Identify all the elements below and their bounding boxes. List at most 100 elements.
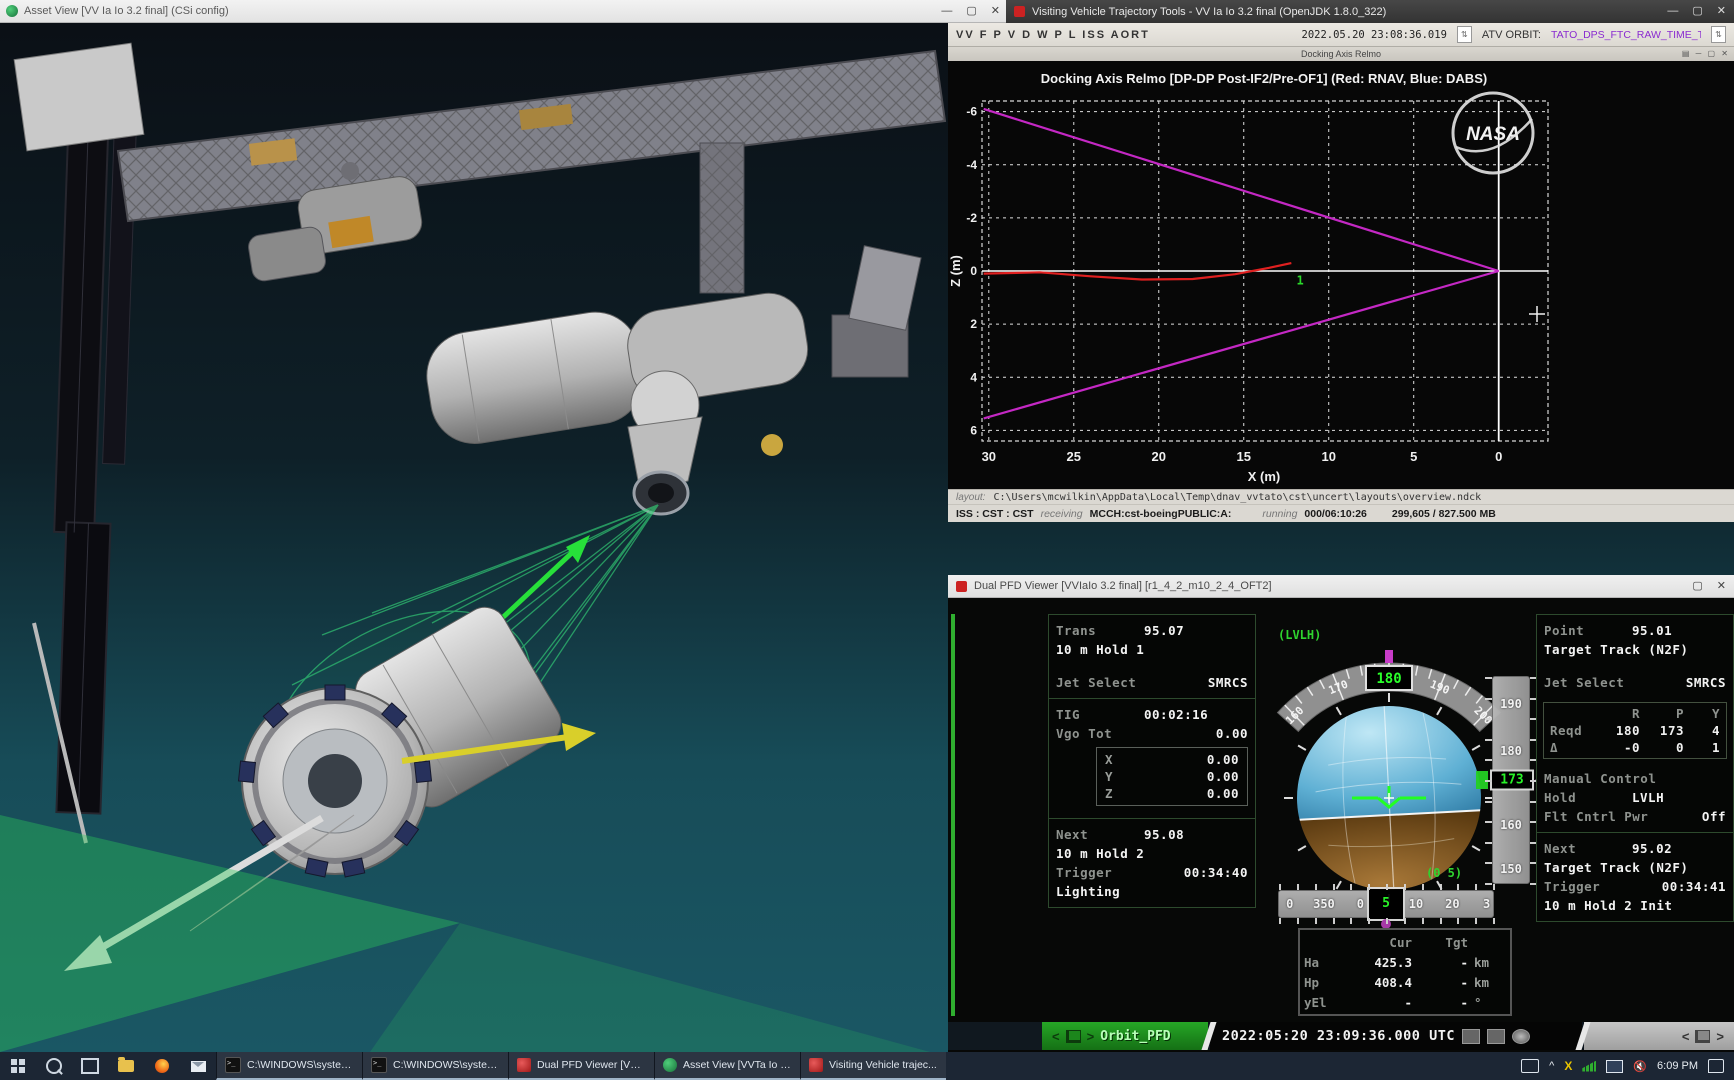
svg-text:Docking Axis Relmo [DP-DP Post: Docking Axis Relmo [DP-DP Post-IF2/Pre-O… (1041, 71, 1487, 86)
trans-value: 95.07 (1144, 623, 1184, 638)
jet-select-label: Jet Select (1056, 675, 1136, 690)
svg-text:Z (m): Z (m) (948, 255, 963, 287)
desktop: Asset View [VV Ia Io 3.2 final] (CSi con… (0, 0, 1734, 1080)
delta-yaw: 1 (1684, 740, 1720, 755)
delta-pitch: 0 (1640, 740, 1684, 755)
reqd-yaw: 4 (1684, 723, 1720, 738)
mail-button[interactable] (180, 1052, 216, 1080)
source-spinner-icon[interactable]: ⇅ (1711, 26, 1726, 43)
pfd-tab-spare[interactable]: < > (1584, 1022, 1734, 1050)
network-signal-icon[interactable] (1582, 1061, 1596, 1072)
receiving-source: MCCH:cst-boeingPUBLIC:A: (1090, 508, 1232, 520)
pfd-app-icon (956, 581, 967, 592)
volume-muted-icon[interactable]: 🔇 (1633, 1060, 1647, 1073)
show-hidden-icons[interactable]: ^ (1549, 1060, 1554, 1072)
start-button[interactable] (0, 1052, 36, 1080)
file-explorer-button[interactable] (108, 1052, 144, 1080)
series-approach-corridor-upper (984, 109, 1499, 271)
trajectory-app-icon (1014, 6, 1025, 17)
svg-text:-6: -6 (966, 105, 977, 119)
tab-next-arrow[interactable]: > (1716, 1029, 1724, 1044)
telemetry-source-dropdown[interactable]: TATO_DPS_FTC_RAW_TIME_T... (1551, 29, 1701, 41)
layout-label: layout: (956, 492, 985, 503)
delta-roll: -0 (1596, 740, 1640, 755)
yaw-tape-label: 10 (1409, 897, 1423, 911)
tig-value: 00:02:16 (1144, 707, 1208, 722)
z-axis-label: Z (1105, 786, 1113, 801)
tab-next-arrow[interactable]: > (1087, 1029, 1095, 1044)
pitch-tape[interactable]: 173 190180160150 (1492, 676, 1530, 884)
asset-view-titlebar[interactable]: Asset View [VV Ia Io 3.2 final] (CSi con… (0, 0, 1006, 23)
action-center-icon[interactable] (1708, 1059, 1724, 1073)
yaw-tape-label: 0 (1357, 897, 1364, 911)
close-button[interactable]: ✕ (1717, 581, 1726, 592)
jet-select-value: SMRCS (1686, 675, 1726, 690)
point-value: 95.01 (1632, 623, 1672, 638)
language-bar-icon[interactable] (1521, 1059, 1539, 1073)
display-tray-icon[interactable] (1606, 1060, 1623, 1073)
svg-text:5: 5 (1410, 449, 1417, 464)
taskbar-app-button[interactable]: C:\WINDOWS\system... (216, 1052, 362, 1080)
pfd-content: Trans95.07 10 m Hold 1 Jet SelectSMRCS T… (948, 598, 1734, 1052)
trigger-label: Trigger (1544, 879, 1600, 894)
taskbar-app-button[interactable]: Dual PFD Viewer [VVT... (508, 1052, 654, 1080)
taskbar-app-button[interactable]: C:\WINDOWS\system... (362, 1052, 508, 1080)
trajectory-titlebar[interactable]: Visiting Vehicle Trajectory Tools - VV I… (1006, 0, 1734, 23)
browser-button[interactable] (144, 1052, 180, 1080)
display-icon[interactable] (1462, 1029, 1480, 1044)
pfd-tab-orbit[interactable]: < > Orbit_PFD (1042, 1022, 1208, 1050)
settings-gear-icon[interactable] (1512, 1029, 1530, 1044)
pitch-tape-label: 190 (1493, 697, 1529, 711)
maximize-button[interactable]: ▢ (1692, 6, 1702, 17)
yel-cur: - (1342, 995, 1418, 1010)
next-value: 95.08 (1144, 827, 1184, 842)
svg-text:15: 15 (1237, 449, 1251, 464)
next-init-label: 10 m Hold 2 Init (1544, 898, 1672, 913)
pfd-statusbar: < > Orbit_PFD 2022:05:20 23:09:36.000 UT… (948, 1022, 1734, 1050)
asset-view-title: Asset View [VV Ia Io 3.2 final] (CSi con… (24, 5, 229, 17)
minimize-button[interactable]: — (1667, 6, 1678, 17)
svg-text:4: 4 (970, 370, 977, 384)
time-spinner-icon[interactable]: ⇅ (1457, 26, 1472, 43)
taskbar-app-button[interactable]: Visiting Vehicle trajec... (800, 1052, 946, 1080)
yel-unit: ° (1474, 995, 1512, 1010)
next-label: Next (1544, 841, 1632, 856)
relmo-panel-header[interactable]: Docking Axis Relmo ▤ ─ ▢ ✕ (948, 47, 1734, 62)
pfd-left-panel: Trans95.07 10 m Hold 1 Jet SelectSMRCS T… (1048, 614, 1256, 908)
vgo-value: 0.00 (1216, 726, 1248, 741)
jet-select-value: SMRCS (1208, 675, 1248, 690)
svg-text:0: 0 (970, 264, 977, 278)
taskbar-app-button[interactable]: Asset View [VVTa Io 3... (654, 1052, 800, 1080)
close-button[interactable]: ✕ (1717, 6, 1726, 17)
cur-header: Cur (1342, 935, 1418, 950)
reqd-pitch: 173 (1640, 723, 1684, 738)
panel-window-icons[interactable]: ▤ ─ ▢ ✕ (1682, 47, 1730, 61)
pfd-titlebar[interactable]: Dual PFD Viewer [VVIaIo 3.2 final] [r1_4… (948, 575, 1734, 598)
relmo-panel-title: Docking Axis Relmo (1301, 49, 1381, 59)
maximize-button[interactable]: ▢ (1692, 581, 1702, 592)
search-button[interactable] (36, 1052, 72, 1080)
firefox-icon (155, 1059, 169, 1073)
tab-prev-arrow[interactable]: < (1052, 1029, 1060, 1044)
dual-pfd-window: Dual PFD Viewer [VVIaIo 3.2 final] [r1_4… (948, 575, 1734, 1052)
task-view-button[interactable] (72, 1052, 108, 1080)
connection-status-row: ISS : CST : CST receiving MCCH:cst-boein… (948, 504, 1734, 522)
red-app-icon (809, 1058, 823, 1072)
manual-control-label: Manual Control (1544, 771, 1656, 786)
vgo-xyz-box: X0.00 Y0.00 Z0.00 (1096, 747, 1248, 806)
windows-taskbar: C:\WINDOWS\system...C:\WINDOWS\system...… (0, 1052, 1734, 1080)
relmo-chart[interactable]: Docking Axis Relmo [DP-DP Post-IF2/Pre-O… (948, 61, 1734, 489)
toolbar-mode-buttons[interactable]: VV F P V D W P L ISS AORT (956, 29, 1150, 41)
tig-label: TIG (1056, 707, 1144, 722)
mail-icon (191, 1061, 206, 1072)
excel-tray-icon[interactable]: X (1564, 1059, 1572, 1073)
asset-app-icon (663, 1058, 677, 1072)
hp-tgt: - (1418, 975, 1474, 990)
point-label: Point (1544, 623, 1632, 638)
layout-status-row: layout: C:\Users\mcwilkin\AppData\Local\… (948, 489, 1734, 504)
yaw-tape[interactable]: 5 0350010203 (1278, 890, 1494, 918)
network-icon[interactable] (1487, 1029, 1505, 1044)
next-mode: Target Track (N2F) (1544, 860, 1688, 875)
tab-prev-arrow[interactable]: < (1682, 1029, 1690, 1044)
tab-label: Orbit_PFD (1100, 1029, 1170, 1044)
